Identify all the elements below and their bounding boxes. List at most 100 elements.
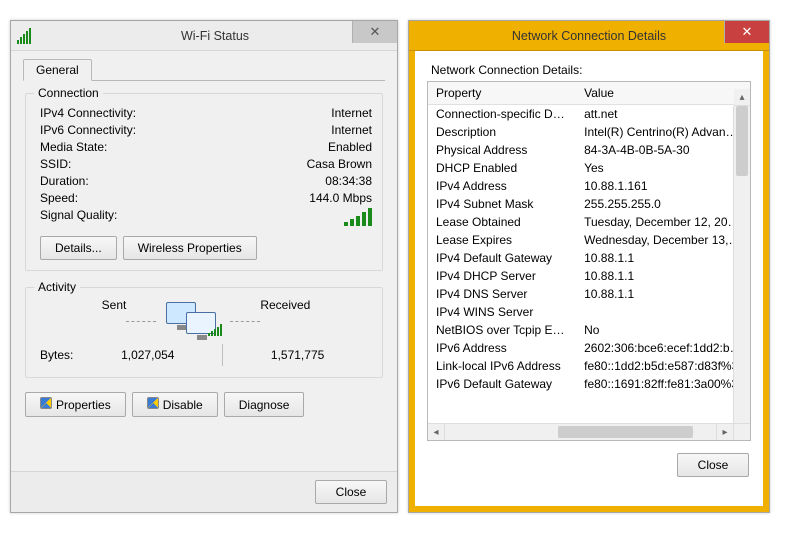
property-cell: IPv4 DHCP Server bbox=[428, 267, 576, 285]
vertical-scrollbar[interactable]: ▴ ▾ bbox=[733, 106, 750, 423]
table-row[interactable]: IPv4 Address10.88.1.161 bbox=[428, 177, 750, 195]
property-cell: IPv4 Address bbox=[428, 177, 576, 195]
wifi-status-window: Wi-Fi Status ✕ General Connection IPv4 C… bbox=[10, 20, 398, 513]
table-row[interactable]: IPv6 Default Gatewayfe80::1691:82ff:fe81… bbox=[428, 375, 750, 393]
scroll-left-icon[interactable]: ◂ bbox=[428, 424, 445, 440]
duration-value: 08:34:38 bbox=[325, 174, 372, 188]
close-icon[interactable]: ✕ bbox=[352, 21, 397, 43]
received-line bbox=[230, 321, 260, 322]
speed-value: 144.0 Mbps bbox=[309, 191, 372, 205]
signal-bars-icon bbox=[344, 208, 372, 226]
scroll-right-icon[interactable]: ▸ bbox=[716, 424, 733, 440]
tab-strip: General bbox=[23, 57, 385, 81]
connection-group: Connection IPv4 Connectivity:Internet IP… bbox=[25, 93, 383, 271]
wifi-status-body: General Connection IPv4 Connectivity: Int… bbox=[11, 51, 397, 471]
table-row[interactable]: IPv4 Subnet Mask255.255.255.0 bbox=[428, 195, 750, 213]
table-row[interactable]: Lease ExpiresWednesday, December 13, 201… bbox=[428, 231, 750, 249]
property-cell: IPv4 WINS Server bbox=[428, 303, 576, 321]
table-row[interactable]: NetBIOS over Tcpip En...No bbox=[428, 321, 750, 339]
ssid-value: Casa Brown bbox=[307, 157, 372, 171]
table-row[interactable]: Link-local IPv6 Addressfe80::1dd2:b5d:e5… bbox=[428, 357, 750, 375]
property-cell: Lease Expires bbox=[428, 231, 576, 249]
bytes-received-value: 1,571,775 bbox=[223, 348, 372, 362]
value-cell bbox=[576, 303, 750, 321]
ipv4-label: IPv4 Connectivity: bbox=[40, 106, 136, 120]
tab-general[interactable]: General bbox=[23, 59, 92, 81]
property-cell: DHCP Enabled bbox=[428, 159, 576, 177]
table-row[interactable]: IPv4 Default Gateway10.88.1.1 bbox=[428, 249, 750, 267]
property-cell: IPv4 Subnet Mask bbox=[428, 195, 576, 213]
value-cell: fe80::1dd2:b5d:e587:d83f%3 bbox=[576, 357, 750, 375]
disable-button[interactable]: Disable bbox=[132, 392, 218, 417]
table-row[interactable]: Physical Address84-3A-4B-0B-5A-30 bbox=[428, 141, 750, 159]
table-row[interactable]: IPv6 Address2602:306:bce6:ecef:1dd2:b5d:… bbox=[428, 339, 750, 357]
wireless-properties-button[interactable]: Wireless Properties bbox=[123, 236, 257, 260]
horizontal-scrollbar[interactable]: ◂ ▸ bbox=[428, 423, 733, 440]
duration-label: Duration: bbox=[40, 174, 89, 188]
property-cell: Link-local IPv6 Address bbox=[428, 357, 576, 375]
value-cell: Wednesday, December 13, 2017 4:55: bbox=[576, 231, 750, 249]
activity-group: Activity Sent Received Bytes: 1,027,054 bbox=[25, 287, 383, 378]
table-row[interactable]: DHCP EnabledYes bbox=[428, 159, 750, 177]
property-cell: Description bbox=[428, 123, 576, 141]
ipv6-value: Internet bbox=[331, 123, 372, 137]
value-cell: Yes bbox=[576, 159, 750, 177]
property-cell: IPv4 Default Gateway bbox=[428, 249, 576, 267]
property-cell: Physical Address bbox=[428, 141, 576, 159]
ipv6-label: IPv6 Connectivity: bbox=[40, 123, 136, 137]
properties-button[interactable]: Properties bbox=[25, 392, 126, 417]
details-table-container: Property Value Connection-specific DN...… bbox=[427, 81, 751, 441]
table-row[interactable]: IPv4 DHCP Server10.88.1.1 bbox=[428, 267, 750, 285]
column-property[interactable]: Property bbox=[428, 82, 576, 105]
value-cell: 10.88.1.1 bbox=[576, 267, 750, 285]
connection-group-title: Connection bbox=[34, 86, 103, 100]
value-cell: 10.88.1.1 bbox=[576, 249, 750, 267]
close-button[interactable]: Close bbox=[315, 480, 387, 504]
value-cell: Tuesday, December 12, 2017 4:55:25 bbox=[576, 213, 750, 231]
value-cell: Intel(R) Centrino(R) Advanced-N 6205 bbox=[576, 123, 750, 141]
value-cell: 84-3A-4B-0B-5A-30 bbox=[576, 141, 750, 159]
network-details-window: Network Connection Details ✕ Network Con… bbox=[408, 20, 770, 513]
column-value[interactable]: Value bbox=[576, 82, 750, 105]
property-cell: Lease Obtained bbox=[428, 213, 576, 231]
property-cell: IPv6 Default Gateway bbox=[428, 375, 576, 393]
table-row[interactable]: IPv4 WINS Server bbox=[428, 303, 750, 321]
ipv4-value: Internet bbox=[331, 106, 372, 120]
value-cell: att.net bbox=[576, 105, 750, 124]
details-button[interactable]: Details... bbox=[40, 236, 117, 260]
h-scroll-thumb[interactable] bbox=[558, 426, 693, 438]
mini-signal-icon bbox=[208, 324, 222, 336]
received-label: Received bbox=[260, 298, 310, 342]
value-cell: 255.255.255.0 bbox=[576, 195, 750, 213]
diagnose-button[interactable]: Diagnose bbox=[224, 392, 305, 417]
media-state-label: Media State: bbox=[40, 140, 107, 154]
close-icon[interactable]: ✕ bbox=[724, 21, 769, 43]
property-cell: IPv6 Address bbox=[428, 339, 576, 357]
wifi-status-titlebar[interactable]: Wi-Fi Status ✕ bbox=[11, 21, 397, 51]
network-details-title: Network Connection Details bbox=[512, 29, 666, 43]
details-table: Property Value Connection-specific DN...… bbox=[428, 82, 750, 393]
network-details-body: Network Connection Details: Property Val… bbox=[409, 51, 769, 512]
sent-line bbox=[126, 321, 156, 322]
network-details-titlebar[interactable]: Network Connection Details ✕ bbox=[409, 21, 769, 51]
media-state-value: Enabled bbox=[328, 140, 372, 154]
scroll-corner bbox=[733, 423, 750, 440]
bytes-sent-value: 1,027,054 bbox=[73, 348, 222, 362]
table-row[interactable]: IPv4 DNS Server10.88.1.1 bbox=[428, 285, 750, 303]
table-row[interactable]: DescriptionIntel(R) Centrino(R) Advanced… bbox=[428, 123, 750, 141]
wifi-status-title: Wi-Fi Status bbox=[181, 29, 249, 43]
table-row[interactable]: Connection-specific DN...att.net bbox=[428, 105, 750, 124]
activity-group-title: Activity bbox=[34, 280, 80, 294]
sent-label: Sent bbox=[102, 298, 127, 342]
property-cell: IPv4 DNS Server bbox=[428, 285, 576, 303]
wifi-signal-icon bbox=[17, 28, 33, 44]
value-cell: fe80::1691:82ff:fe81:3a00%3 bbox=[576, 375, 750, 393]
ssid-label: SSID: bbox=[40, 157, 71, 171]
close-button[interactable]: Close bbox=[677, 453, 749, 477]
network-computers-icon bbox=[166, 302, 220, 340]
table-row[interactable]: Lease ObtainedTuesday, December 12, 2017… bbox=[428, 213, 750, 231]
shield-icon bbox=[147, 397, 159, 409]
speed-label: Speed: bbox=[40, 191, 78, 205]
scroll-up-icon[interactable]: ▴ bbox=[734, 89, 750, 106]
scroll-thumb[interactable] bbox=[736, 106, 748, 176]
